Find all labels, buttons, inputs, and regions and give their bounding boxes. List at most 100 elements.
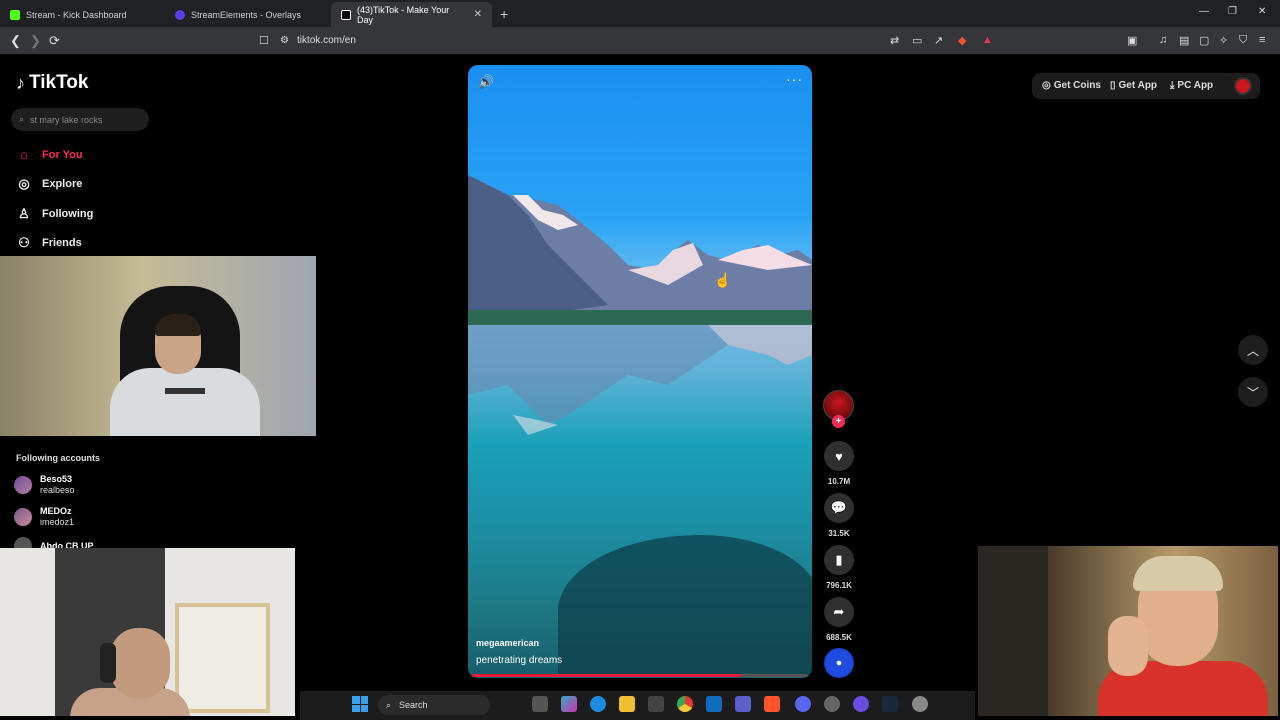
- steam-icon[interactable]: [882, 696, 898, 712]
- save-button[interactable]: ▮: [824, 545, 854, 575]
- new-tab-button[interactable]: +: [500, 6, 508, 22]
- share-count: 688.5K: [826, 633, 852, 642]
- heart-icon: ♥: [835, 448, 843, 464]
- tab-streamelements[interactable]: StreamElements - Overlays: [165, 2, 331, 27]
- share-arrow-icon: ➦: [833, 604, 845, 619]
- file-explorer-icon[interactable]: [619, 696, 635, 712]
- bookmark-icon: ▮: [835, 552, 843, 567]
- translate-icon[interactable]: ⇄: [890, 34, 899, 47]
- like-count: 10.7M: [827, 477, 851, 486]
- menu-icon[interactable]: ≡: [1259, 34, 1265, 46]
- url-text: tiktok.com/en: [296, 35, 356, 46]
- chevron-up-icon: ︿: [1246, 343, 1259, 358]
- shelf: [175, 603, 270, 713]
- wallet-icon[interactable]: ▢: [1199, 34, 1209, 47]
- search-placeholder: st mary lake rocks: [30, 114, 103, 125]
- discord-icon[interactable]: [795, 696, 811, 712]
- bookmark-icon[interactable]: ☐: [259, 34, 269, 47]
- site-info-icon[interactable]: ⚙: [280, 35, 289, 46]
- outlook-icon[interactable]: [706, 696, 722, 712]
- comment-icon: 💬: [830, 500, 848, 515]
- tab-tiktok[interactable]: (43)TikTok - Make Your Day ✕: [331, 2, 492, 27]
- pc-app-button[interactable]: ⤓ PC App: [1170, 80, 1213, 91]
- follow-button[interactable]: +: [832, 415, 845, 428]
- pip-icon[interactable]: ▣: [1127, 34, 1137, 47]
- close-window-button[interactable]: ✕: [1258, 6, 1266, 17]
- app-icon[interactable]: [824, 696, 840, 712]
- nav-following[interactable]: ♙ Following: [16, 206, 93, 222]
- teams-icon[interactable]: [735, 696, 751, 712]
- reactor-cap: [1133, 556, 1223, 591]
- task-view-icon[interactable]: [532, 696, 548, 712]
- cast-icon[interactable]: ▭: [912, 34, 922, 47]
- account-item[interactable]: Beso53 realbeso: [14, 474, 75, 496]
- phone-icon: ▯: [1110, 80, 1116, 91]
- share-button[interactable]: ➦: [824, 597, 854, 627]
- volume-icon[interactable]: 🔊: [478, 74, 494, 90]
- maximize-button[interactable]: ❐: [1228, 6, 1237, 17]
- get-coins-button[interactable]: ◎ Get Coins: [1042, 80, 1101, 91]
- media-icon[interactable]: ♫: [1159, 34, 1167, 46]
- video-author[interactable]: megaamerican: [476, 638, 539, 648]
- cloud-shadow: [558, 535, 812, 675]
- next-video-button[interactable]: ﹀: [1238, 377, 1268, 407]
- nav-label: Following: [42, 208, 94, 220]
- comment-button[interactable]: 💬: [824, 493, 854, 523]
- following-accounts-title: Following accounts: [16, 453, 101, 463]
- reload-button[interactable]: ⟳: [49, 33, 60, 49]
- sidebar-toggle-icon[interactable]: ▤: [1179, 34, 1189, 47]
- chrome-icon[interactable]: [677, 696, 693, 712]
- search-input[interactable]: ⌕ st mary lake rocks: [11, 108, 149, 131]
- progress-fill: [472, 674, 741, 677]
- settings-icon[interactable]: [912, 696, 928, 712]
- webcam-overlay-guest: [0, 548, 295, 716]
- tiktok-note-icon: ♪: [16, 72, 25, 93]
- get-app-button[interactable]: ▯ Get App: [1110, 80, 1157, 91]
- app-icon[interactable]: [853, 696, 869, 712]
- forward-button[interactable]: ❯: [30, 33, 41, 49]
- tab-close-icon[interactable]: ✕: [474, 9, 482, 20]
- shirt-logo: [165, 388, 205, 394]
- browser-toolbar: ❮ ❯ ⟳ ☐ ⚙ tiktok.com/en ⇄ ▭ ↗ ◆ ▲ ▣ ♫ ▤ …: [0, 27, 1280, 54]
- video-description: penetrating dreams: [476, 655, 563, 666]
- video-player[interactable]: [468, 65, 812, 678]
- brave-rewards-icon[interactable]: ▲: [982, 34, 993, 46]
- guest-head: [110, 628, 170, 698]
- start-button[interactable]: [352, 696, 368, 712]
- taskbar-search[interactable]: ⌕ Search: [378, 695, 490, 715]
- nav-label: Friends: [42, 237, 82, 249]
- store-icon[interactable]: [648, 696, 664, 712]
- comment-count: 31.5K: [828, 529, 850, 538]
- nav-for-you[interactable]: ⌂ For You: [16, 147, 82, 162]
- water-reflection: [468, 325, 812, 435]
- ai-icon[interactable]: ✧: [1219, 34, 1228, 47]
- nav-explore[interactable]: ◎ Explore: [16, 176, 82, 192]
- nav-label: Explore: [42, 178, 83, 190]
- tab-kick-dashboard[interactable]: Stream - Kick Dashboard: [0, 2, 165, 27]
- webcam-overlay-streamer: [0, 256, 316, 436]
- brave-shield-icon[interactable]: ◆: [958, 34, 966, 47]
- edge-icon[interactable]: [590, 696, 606, 712]
- copilot-icon[interactable]: [561, 696, 577, 712]
- tab-label: StreamElements - Overlays: [191, 9, 302, 20]
- home-icon: ⌂: [20, 147, 28, 162]
- user-avatar[interactable]: [1234, 77, 1252, 95]
- tiktok-logo[interactable]: ♪ TikTok: [16, 72, 88, 94]
- avatar: [14, 476, 32, 494]
- get-coins-label: Get Coins: [1053, 80, 1101, 91]
- save-count: 796.1K: [826, 581, 852, 590]
- more-options-icon[interactable]: ···: [786, 71, 803, 87]
- like-button[interactable]: ♥: [824, 441, 854, 471]
- mountains: [468, 175, 812, 325]
- account-item[interactable]: MEDOz imedoz1: [14, 506, 74, 528]
- previous-video-button[interactable]: ︿: [1238, 335, 1268, 365]
- account-name: MEDOz: [40, 506, 72, 516]
- nav-friends[interactable]: ⚇ Friends: [16, 235, 82, 251]
- minimize-button[interactable]: —: [1199, 6, 1209, 17]
- brave-icon[interactable]: [764, 696, 780, 712]
- vpn-icon[interactable]: ⛉: [1239, 34, 1247, 47]
- share-icon[interactable]: ↗: [934, 34, 943, 47]
- music-disc[interactable]: [824, 648, 854, 678]
- back-button[interactable]: ❮: [10, 33, 21, 49]
- kick-icon: [10, 9, 20, 20]
